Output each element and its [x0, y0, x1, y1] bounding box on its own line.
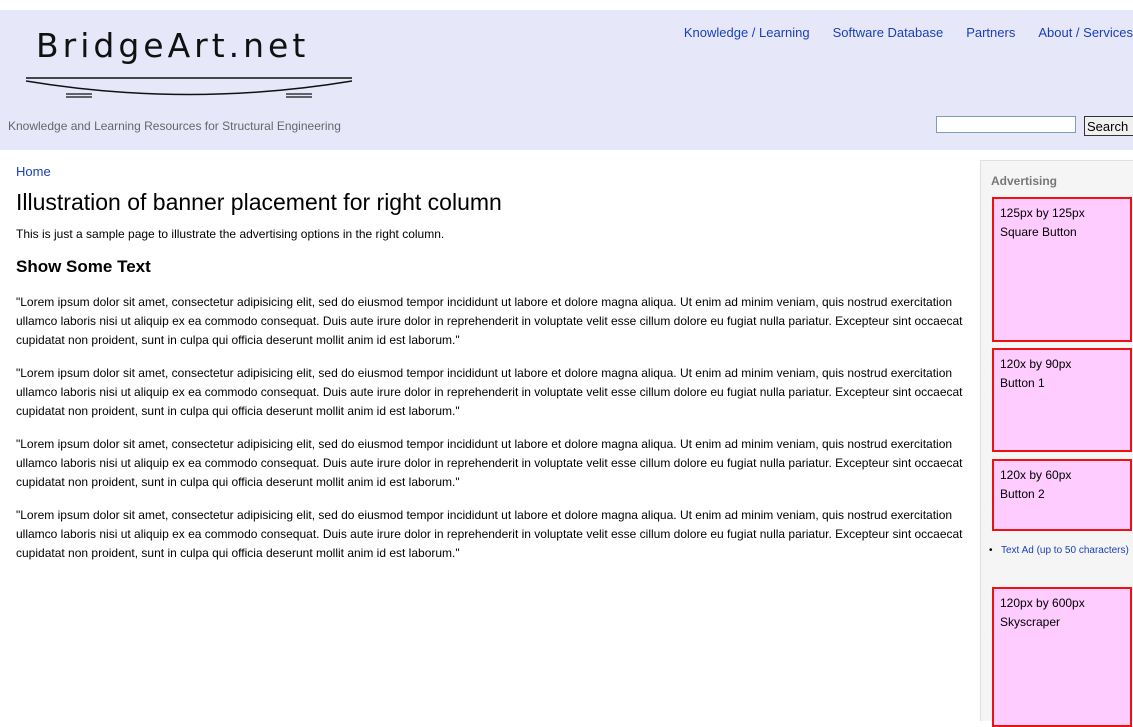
ad-size-label: 120px by 600px — [1000, 596, 1085, 610]
intro-text: This is just a sample page to illustrate… — [16, 227, 445, 241]
site-logo-text[interactable]: BridgeArt.net — [36, 26, 309, 65]
lorem-paragraph: "Lorem ipsum dolor sit amet, consectetur… — [16, 366, 963, 418]
breadcrumb-home[interactable]: Home — [16, 164, 976, 179]
lorem-paragraph: "Lorem ipsum dolor sit amet, consectetur… — [16, 295, 963, 347]
ad-square-button[interactable]: 125px by 125px Square Button — [992, 197, 1132, 342]
ad-type-label: Square Button — [1000, 225, 1077, 239]
lorem-paragraph: "Lorem ipsum dolor sit amet, consectetur… — [16, 508, 963, 560]
bridge-logo-icon — [26, 77, 353, 98]
ad-button-2[interactable]: 120x by 60px Button 2 — [992, 459, 1132, 531]
ad-type-label: Skyscraper — [1000, 615, 1061, 629]
ad-button-1[interactable]: 120x by 90px Button 1 — [992, 348, 1132, 452]
sidebar-title: Advertising — [991, 174, 1058, 188]
lorem-paragraph: "Lorem ipsum dolor sit amet, consectetur… — [16, 437, 963, 489]
site-tagline: Knowledge and Learning Resources for Str… — [8, 119, 341, 133]
advertising-sidebar: Advertising 125px by 125px Square Button… — [980, 160, 1133, 727]
bullet-icon: • — [989, 545, 993, 556]
nav-partners[interactable]: Partners — [966, 25, 1015, 40]
nav-software-database[interactable]: Software Database — [833, 25, 944, 40]
ad-type-label: Button 2 — [1000, 487, 1045, 501]
top-navigation: Knowledge / Learning Software Database P… — [661, 25, 1133, 40]
ad-size-label: 120x by 60px — [1000, 468, 1072, 482]
page-title: Illustration of banner placement for rig… — [16, 189, 502, 215]
search-input[interactable] — [936, 116, 1076, 133]
ad-size-label: 125px by 125px — [1000, 206, 1085, 220]
nav-knowledge-learning[interactable]: Knowledge / Learning — [684, 25, 810, 40]
text-ad-link[interactable]: Text Ad (up to 50 characters) — [1001, 545, 1129, 556]
search-button[interactable]: Search — [1084, 116, 1133, 136]
ad-skyscraper[interactable]: 120px by 600px Skyscraper — [992, 587, 1132, 727]
text-ad-item[interactable]: • Text Ad (up to 50 characters) — [989, 542, 1129, 559]
ad-type-label: Button 1 — [1000, 376, 1045, 390]
ad-size-label: 120x by 90px — [1000, 357, 1072, 371]
section-heading: Show Some Text — [16, 257, 151, 276]
main-content: Home Illustration of banner placement fo… — [16, 160, 976, 563]
nav-about-services[interactable]: About / Services — [1038, 25, 1133, 40]
